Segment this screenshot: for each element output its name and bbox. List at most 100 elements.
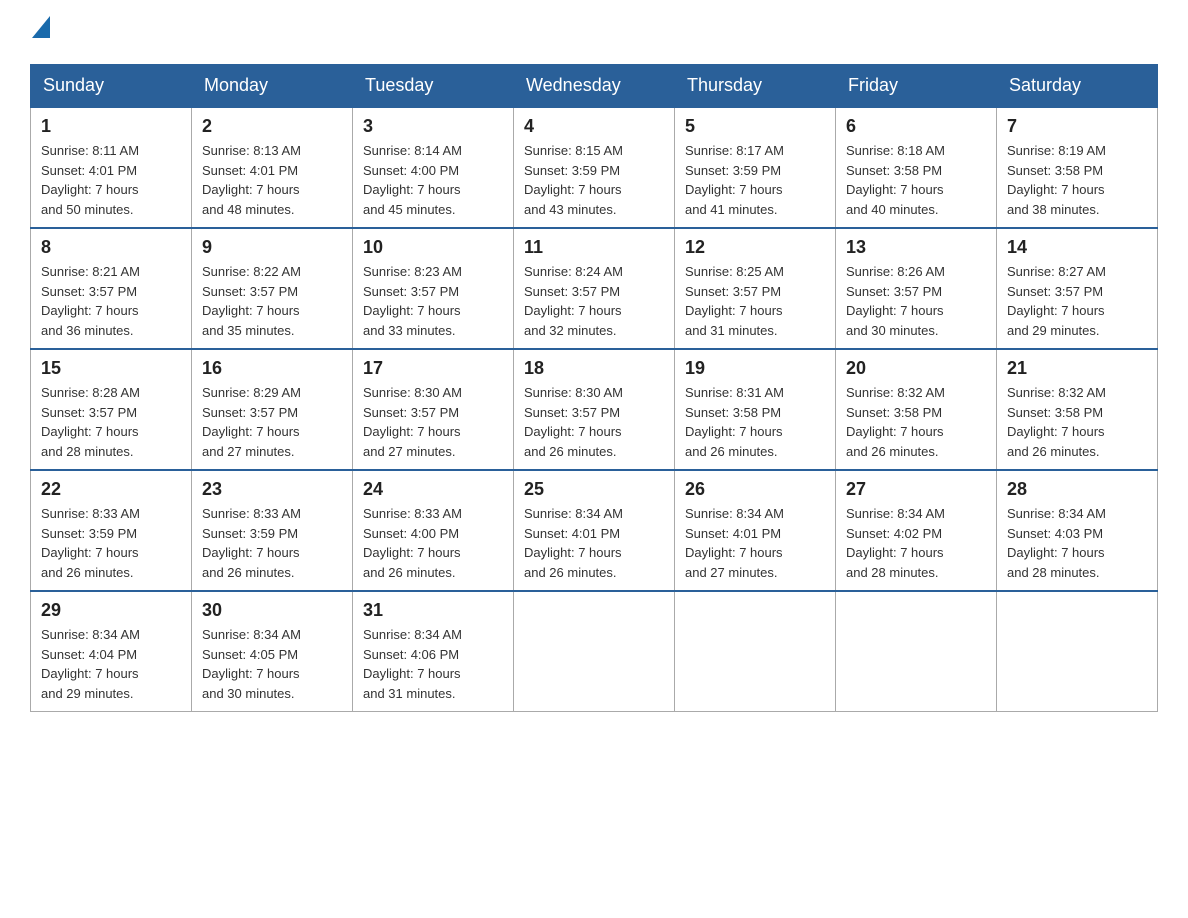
calendar-cell: 20 Sunrise: 8:32 AMSunset: 3:58 PMDayligh… xyxy=(836,349,997,470)
calendar-cell: 31 Sunrise: 8:34 AMSunset: 4:06 PMDayligh… xyxy=(353,591,514,712)
day-number: 19 xyxy=(685,358,825,379)
day-number: 25 xyxy=(524,479,664,500)
day-info: Sunrise: 8:33 AMSunset: 3:59 PMDaylight:… xyxy=(202,506,301,580)
week-row-5: 29 Sunrise: 8:34 AMSunset: 4:04 PMDayligh… xyxy=(31,591,1158,712)
day-header-friday: Friday xyxy=(836,65,997,108)
day-header-wednesday: Wednesday xyxy=(514,65,675,108)
calendar-cell: 19 Sunrise: 8:31 AMSunset: 3:58 PMDayligh… xyxy=(675,349,836,470)
week-row-2: 8 Sunrise: 8:21 AMSunset: 3:57 PMDaylight… xyxy=(31,228,1158,349)
day-number: 18 xyxy=(524,358,664,379)
calendar-cell xyxy=(675,591,836,712)
day-number: 20 xyxy=(846,358,986,379)
day-info: Sunrise: 8:31 AMSunset: 3:58 PMDaylight:… xyxy=(685,385,784,459)
week-row-4: 22 Sunrise: 8:33 AMSunset: 3:59 PMDayligh… xyxy=(31,470,1158,591)
day-info: Sunrise: 8:17 AMSunset: 3:59 PMDaylight:… xyxy=(685,143,784,217)
calendar-cell: 10 Sunrise: 8:23 AMSunset: 3:57 PMDayligh… xyxy=(353,228,514,349)
day-info: Sunrise: 8:13 AMSunset: 4:01 PMDaylight:… xyxy=(202,143,301,217)
day-number: 29 xyxy=(41,600,181,621)
day-number: 27 xyxy=(846,479,986,500)
day-number: 7 xyxy=(1007,116,1147,137)
day-number: 28 xyxy=(1007,479,1147,500)
day-info: Sunrise: 8:32 AMSunset: 3:58 PMDaylight:… xyxy=(846,385,945,459)
calendar-cell: 4Sunrise: 8:15 AMSunset: 3:59 PMDaylight… xyxy=(514,107,675,228)
day-number: 21 xyxy=(1007,358,1147,379)
day-header-saturday: Saturday xyxy=(997,65,1158,108)
day-info: Sunrise: 8:34 AMSunset: 4:01 PMDaylight:… xyxy=(524,506,623,580)
day-info: Sunrise: 8:27 AMSunset: 3:57 PMDaylight:… xyxy=(1007,264,1106,338)
day-info: Sunrise: 8:34 AMSunset: 4:03 PMDaylight:… xyxy=(1007,506,1106,580)
days-header-row: SundayMondayTuesdayWednesdayThursdayFrid… xyxy=(31,65,1158,108)
day-number: 8 xyxy=(41,237,181,258)
calendar-cell: 23 Sunrise: 8:33 AMSunset: 3:59 PMDayligh… xyxy=(192,470,353,591)
calendar-cell: 16 Sunrise: 8:29 AMSunset: 3:57 PMDayligh… xyxy=(192,349,353,470)
day-info: Sunrise: 8:34 AMSunset: 4:02 PMDaylight:… xyxy=(846,506,945,580)
calendar-cell xyxy=(514,591,675,712)
page-header xyxy=(30,20,1158,44)
day-number: 31 xyxy=(363,600,503,621)
day-info: Sunrise: 8:15 AMSunset: 3:59 PMDaylight:… xyxy=(524,143,623,217)
day-header-sunday: Sunday xyxy=(31,65,192,108)
day-header-tuesday: Tuesday xyxy=(353,65,514,108)
day-number: 11 xyxy=(524,237,664,258)
week-row-1: 1Sunrise: 8:11 AMSunset: 4:01 PMDaylight… xyxy=(31,107,1158,228)
day-number: 17 xyxy=(363,358,503,379)
day-number: 15 xyxy=(41,358,181,379)
day-info: Sunrise: 8:32 AMSunset: 3:58 PMDaylight:… xyxy=(1007,385,1106,459)
day-info: Sunrise: 8:34 AMSunset: 4:05 PMDaylight:… xyxy=(202,627,301,701)
day-header-thursday: Thursday xyxy=(675,65,836,108)
day-info: Sunrise: 8:25 AMSunset: 3:57 PMDaylight:… xyxy=(685,264,784,338)
day-info: Sunrise: 8:23 AMSunset: 3:57 PMDaylight:… xyxy=(363,264,462,338)
calendar-cell: 12 Sunrise: 8:25 AMSunset: 3:57 PMDayligh… xyxy=(675,228,836,349)
logo-triangle-icon xyxy=(32,16,50,38)
day-info: Sunrise: 8:22 AMSunset: 3:57 PMDaylight:… xyxy=(202,264,301,338)
day-number: 16 xyxy=(202,358,342,379)
calendar-cell: 15Sunrise: 8:28 AMSunset: 3:57 PMDayligh… xyxy=(31,349,192,470)
day-info: Sunrise: 8:30 AMSunset: 3:57 PMDaylight:… xyxy=(363,385,462,459)
calendar-cell: 30Sunrise: 8:34 AMSunset: 4:05 PMDayligh… xyxy=(192,591,353,712)
calendar-cell: 8 Sunrise: 8:21 AMSunset: 3:57 PMDaylight… xyxy=(31,228,192,349)
day-info: Sunrise: 8:34 AMSunset: 4:04 PMDaylight:… xyxy=(41,627,140,701)
day-number: 10 xyxy=(363,237,503,258)
calendar-cell: 11 Sunrise: 8:24 AMSunset: 3:57 PMDayligh… xyxy=(514,228,675,349)
day-number: 9 xyxy=(202,237,342,258)
calendar-cell: 2 Sunrise: 8:13 AMSunset: 4:01 PMDaylight… xyxy=(192,107,353,228)
calendar-cell: 28 Sunrise: 8:34 AMSunset: 4:03 PMDayligh… xyxy=(997,470,1158,591)
day-info: Sunrise: 8:18 AMSunset: 3:58 PMDaylight:… xyxy=(846,143,945,217)
calendar-cell: 5 Sunrise: 8:17 AMSunset: 3:59 PMDaylight… xyxy=(675,107,836,228)
calendar-cell: 18Sunrise: 8:30 AMSunset: 3:57 PMDayligh… xyxy=(514,349,675,470)
calendar-cell: 13 Sunrise: 8:26 AMSunset: 3:57 PMDayligh… xyxy=(836,228,997,349)
day-number: 14 xyxy=(1007,237,1147,258)
calendar-cell: 25 Sunrise: 8:34 AMSunset: 4:01 PMDayligh… xyxy=(514,470,675,591)
day-info: Sunrise: 8:34 AMSunset: 4:01 PMDaylight:… xyxy=(685,506,784,580)
calendar-cell: 3Sunrise: 8:14 AMSunset: 4:00 PMDaylight… xyxy=(353,107,514,228)
calendar-cell xyxy=(997,591,1158,712)
day-info: Sunrise: 8:34 AMSunset: 4:06 PMDaylight:… xyxy=(363,627,462,701)
logo xyxy=(30,20,50,44)
day-info: Sunrise: 8:29 AMSunset: 3:57 PMDaylight:… xyxy=(202,385,301,459)
day-info: Sunrise: 8:26 AMSunset: 3:57 PMDaylight:… xyxy=(846,264,945,338)
day-number: 5 xyxy=(685,116,825,137)
calendar-cell: 27 Sunrise: 8:34 AMSunset: 4:02 PMDayligh… xyxy=(836,470,997,591)
day-info: Sunrise: 8:21 AMSunset: 3:57 PMDaylight:… xyxy=(41,264,140,338)
calendar-cell: 24Sunrise: 8:33 AMSunset: 4:00 PMDayligh… xyxy=(353,470,514,591)
day-info: Sunrise: 8:19 AMSunset: 3:58 PMDaylight:… xyxy=(1007,143,1106,217)
day-info: Sunrise: 8:33 AMSunset: 4:00 PMDaylight:… xyxy=(363,506,462,580)
calendar-cell: 9 Sunrise: 8:22 AMSunset: 3:57 PMDaylight… xyxy=(192,228,353,349)
calendar-cell: 1Sunrise: 8:11 AMSunset: 4:01 PMDaylight… xyxy=(31,107,192,228)
day-number: 2 xyxy=(202,116,342,137)
day-number: 13 xyxy=(846,237,986,258)
calendar-cell: 17 Sunrise: 8:30 AMSunset: 3:57 PMDayligh… xyxy=(353,349,514,470)
day-info: Sunrise: 8:24 AMSunset: 3:57 PMDaylight:… xyxy=(524,264,623,338)
day-number: 23 xyxy=(202,479,342,500)
day-number: 3 xyxy=(363,116,503,137)
day-number: 22 xyxy=(41,479,181,500)
calendar-cell: 6 Sunrise: 8:18 AMSunset: 3:58 PMDaylight… xyxy=(836,107,997,228)
day-number: 6 xyxy=(846,116,986,137)
day-number: 26 xyxy=(685,479,825,500)
calendar-cell: 22 Sunrise: 8:33 AMSunset: 3:59 PMDayligh… xyxy=(31,470,192,591)
week-row-3: 15Sunrise: 8:28 AMSunset: 3:57 PMDayligh… xyxy=(31,349,1158,470)
day-info: Sunrise: 8:33 AMSunset: 3:59 PMDaylight:… xyxy=(41,506,140,580)
day-number: 1 xyxy=(41,116,181,137)
day-number: 12 xyxy=(685,237,825,258)
calendar-cell: 21 Sunrise: 8:32 AMSunset: 3:58 PMDayligh… xyxy=(997,349,1158,470)
